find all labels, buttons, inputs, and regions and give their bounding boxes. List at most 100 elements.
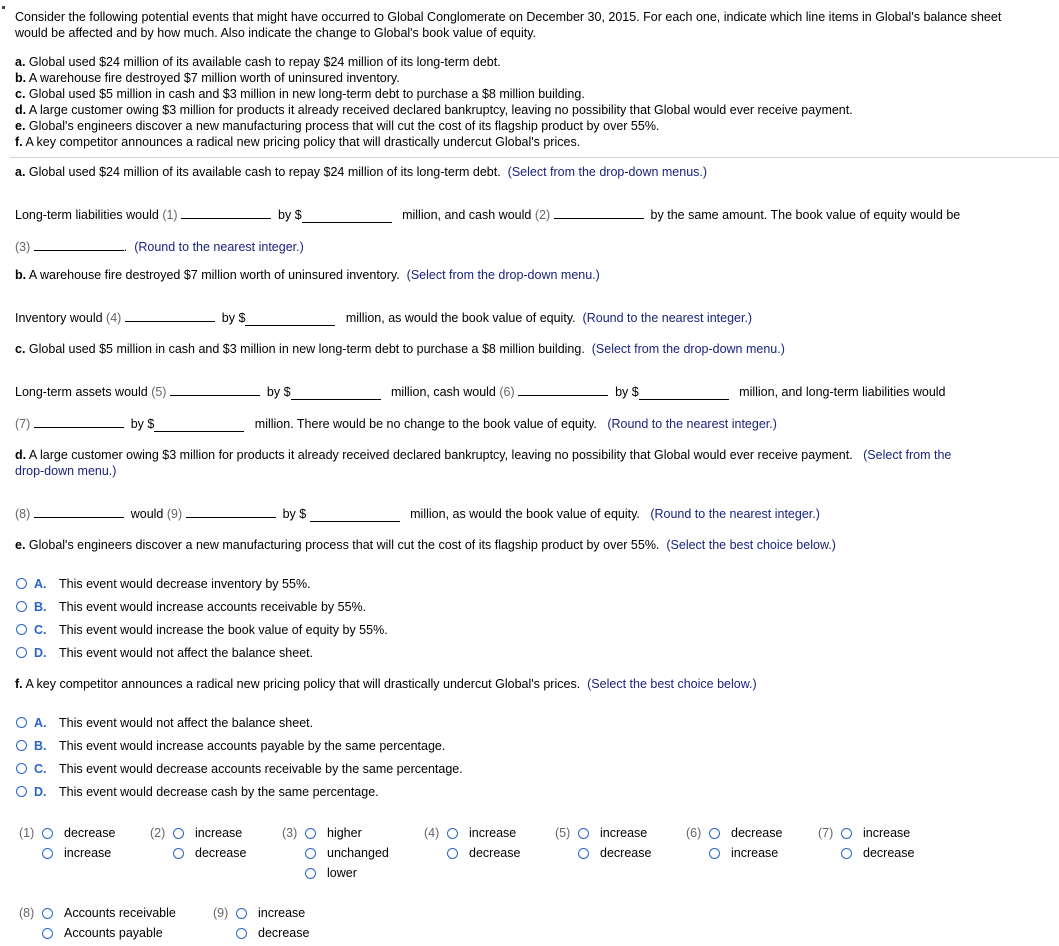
radio-button[interactable] bbox=[16, 740, 27, 751]
choice-f-c[interactable]: C. This event would decrease accounts rec… bbox=[16, 757, 463, 780]
dropdown-3-label: (3) bbox=[15, 240, 31, 254]
option[interactable]: increase bbox=[578, 823, 647, 843]
part-c-line-1: Long-term assets would (5) by $ million,… bbox=[15, 384, 946, 400]
radio-button[interactable] bbox=[447, 847, 458, 859]
choice-f-b[interactable]: B. This event would increase accounts pay… bbox=[16, 734, 463, 757]
hint-text: (Round to the nearest integer.) bbox=[582, 311, 753, 325]
option[interactable]: decrease bbox=[42, 823, 115, 843]
intro-line-1: Consider the following potential events … bbox=[15, 10, 1002, 24]
radio-button[interactable] bbox=[236, 907, 247, 919]
option[interactable]: decrease bbox=[173, 843, 246, 863]
dropdown-3[interactable] bbox=[33, 239, 124, 251]
part-d-line-1: (8) would (9) by $ million, as would the… bbox=[15, 506, 820, 522]
dropdown-8[interactable] bbox=[33, 506, 124, 518]
radio-button[interactable] bbox=[305, 867, 316, 879]
dropdown-4[interactable] bbox=[124, 310, 215, 322]
amount-input-c3[interactable] bbox=[154, 417, 245, 432]
event-f: f. A key competitor announces a radical … bbox=[15, 135, 581, 149]
hint-text: (Round to the nearest integer.) bbox=[607, 417, 777, 431]
choice-e-b[interactable]: B. This event would increase accounts rec… bbox=[16, 595, 388, 618]
part-b-line-1: Inventory would (4) by $ million, as wou… bbox=[15, 310, 753, 326]
part-f-heading: f. A key competitor announces a radical … bbox=[15, 677, 757, 691]
radio-button[interactable] bbox=[305, 847, 316, 859]
option[interactable]: Accounts payable bbox=[42, 923, 163, 943]
radio-button[interactable] bbox=[16, 717, 27, 728]
radio-button[interactable] bbox=[709, 847, 720, 859]
dropdown-6[interactable] bbox=[518, 384, 609, 396]
part-a-line-1: Long-term liabilities would (1) by $ mil… bbox=[15, 207, 961, 223]
radio-button[interactable] bbox=[841, 847, 852, 859]
amount-input-d[interactable] bbox=[309, 507, 400, 522]
part-e-heading: e. Global's engineers discover a new man… bbox=[15, 538, 836, 552]
hint-text: (Round to the nearest integer.) bbox=[134, 240, 304, 254]
dropdown-2-label: (2) bbox=[534, 208, 551, 222]
amount-input-b[interactable] bbox=[245, 311, 336, 326]
radio-button[interactable] bbox=[578, 827, 589, 839]
hint-text: (Select the best choice below.) bbox=[666, 538, 836, 552]
dropdown-5[interactable] bbox=[169, 384, 260, 396]
radio-button[interactable] bbox=[447, 827, 458, 839]
option[interactable]: increase bbox=[173, 823, 242, 843]
option[interactable]: Accounts receivable bbox=[42, 903, 176, 923]
radio-button[interactable] bbox=[173, 827, 184, 839]
choice-f-a[interactable]: A. This event would not affect the balanc… bbox=[16, 711, 463, 734]
option[interactable]: decrease bbox=[709, 823, 782, 843]
amount-input-c2[interactable] bbox=[638, 385, 729, 400]
radio-button[interactable] bbox=[16, 763, 27, 774]
hint-text: (Select from the drop-down menu.) bbox=[406, 268, 600, 282]
radio-button[interactable] bbox=[42, 847, 53, 859]
radio-button[interactable] bbox=[16, 624, 27, 635]
option[interactable]: increase bbox=[841, 823, 910, 843]
radio-button[interactable] bbox=[42, 927, 53, 939]
dropdown-7-label: (7) bbox=[15, 417, 31, 431]
part-e-choices: A. This event would decrease inventory by… bbox=[16, 572, 388, 664]
amount-input-a[interactable] bbox=[301, 208, 392, 223]
option[interactable]: unchanged bbox=[305, 843, 389, 863]
option[interactable]: increase bbox=[42, 843, 111, 863]
part-c-heading: c. Global used $5 million in cash and $3… bbox=[15, 342, 785, 356]
amount-input-c1[interactable] bbox=[290, 385, 381, 400]
radio-button[interactable] bbox=[236, 927, 247, 939]
option[interactable]: decrease bbox=[841, 843, 914, 863]
event-a: a. Global used $24 million of its availa… bbox=[15, 55, 501, 69]
event-b: b. A warehouse fire destroyed $7 million… bbox=[15, 71, 400, 85]
dropdown-9-label: (9) bbox=[166, 507, 183, 521]
radio-button[interactable] bbox=[173, 847, 184, 859]
radio-button[interactable] bbox=[16, 786, 27, 797]
dropdown-1-label: (1) bbox=[162, 208, 178, 222]
choice-e-d[interactable]: D. This event would not affect the balanc… bbox=[16, 641, 388, 664]
hint-text: (Select from the bbox=[863, 448, 952, 462]
radio-button[interactable] bbox=[578, 847, 589, 859]
question-marker bbox=[2, 6, 5, 9]
dropdown-7[interactable] bbox=[33, 416, 124, 428]
option[interactable]: increase bbox=[709, 843, 778, 863]
part-a-line-2: (3) . (Round to the nearest integer.) bbox=[15, 239, 304, 254]
dropdown-6-label: (6) bbox=[499, 385, 515, 399]
radio-button[interactable] bbox=[709, 827, 720, 839]
radio-button[interactable] bbox=[42, 827, 53, 839]
option[interactable]: increase bbox=[447, 823, 516, 843]
radio-button[interactable] bbox=[841, 827, 852, 839]
dropdown-2[interactable] bbox=[553, 207, 644, 219]
part-c-line-2: (7) by $ million. There would be no chan… bbox=[15, 416, 777, 432]
hint-text: (Select from the drop-down menus.) bbox=[507, 165, 708, 179]
radio-button[interactable] bbox=[16, 578, 27, 589]
part-a-heading: a. Global used $24 million of its availa… bbox=[15, 165, 708, 179]
option[interactable]: increase bbox=[236, 903, 305, 923]
radio-button[interactable] bbox=[16, 601, 27, 612]
option[interactable]: decrease bbox=[578, 843, 651, 863]
option[interactable]: higher bbox=[305, 823, 362, 843]
radio-button[interactable] bbox=[42, 907, 53, 919]
hint-text: (Select the best choice below.) bbox=[587, 677, 757, 691]
option[interactable]: lower bbox=[305, 863, 357, 883]
choice-f-d[interactable]: D. This event would decrease cash by the … bbox=[16, 780, 463, 803]
radio-button[interactable] bbox=[16, 647, 27, 658]
choice-e-a[interactable]: A. This event would decrease inventory by… bbox=[16, 572, 388, 595]
dropdown-9[interactable] bbox=[185, 506, 276, 518]
dropdown-4-label: (4) bbox=[106, 311, 122, 325]
option[interactable]: decrease bbox=[447, 843, 520, 863]
option[interactable]: decrease bbox=[236, 923, 309, 943]
dropdown-1[interactable] bbox=[181, 207, 272, 219]
choice-e-c[interactable]: C. This event would increase the book val… bbox=[16, 618, 388, 641]
radio-button[interactable] bbox=[305, 827, 316, 839]
